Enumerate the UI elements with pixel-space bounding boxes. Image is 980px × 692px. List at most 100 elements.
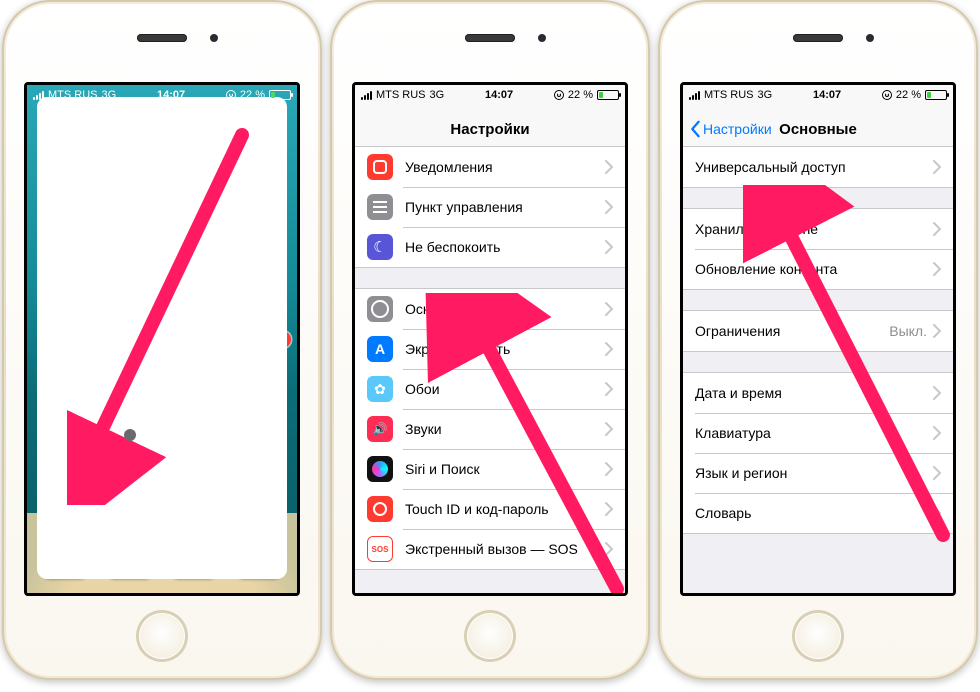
general-row-Словарь[interactable]: Словарь — [683, 493, 953, 533]
row-label: Экстренный вызов — SOS — [405, 541, 605, 557]
battery-icon — [269, 90, 291, 100]
row-label: Язык и регион — [695, 465, 933, 481]
ri-sound-icon — [367, 416, 393, 442]
signal-icon — [33, 91, 44, 100]
settings-row-Обои[interactable]: Обои — [355, 369, 625, 409]
row-label: Ограничения — [695, 323, 889, 339]
network: 3G — [758, 89, 773, 101]
chevron-right-icon — [605, 200, 613, 214]
settings-list[interactable]: Уведомления Пункт управленияНе беспокоить… — [355, 147, 625, 593]
chevron-right-icon — [605, 342, 613, 356]
stage: MTS RUS3G 14:07 22 % 8ПочтаКалендарьФото… — [0, 0, 980, 692]
row-label: Универсальный доступ — [695, 159, 933, 175]
row-label: Дата и время — [695, 385, 933, 401]
general-row-Клавиатура[interactable]: Клавиатура — [683, 413, 953, 453]
front-camera — [866, 34, 874, 42]
chevron-right-icon — [933, 506, 941, 520]
settings-group: Уведомления Пункт управленияНе беспокоить — [355, 147, 625, 268]
ri-notif-icon — [367, 154, 393, 180]
general-group: Хранилище iPhone Обновление контента — [683, 208, 953, 290]
chevron-right-icon — [605, 240, 613, 254]
status-time: 14:07 — [485, 89, 513, 101]
signal-icon — [689, 91, 700, 100]
ri-siri-icon — [367, 456, 393, 482]
row-label: Хранилище iPhone — [695, 221, 933, 237]
row-label: Уведомления — [405, 159, 605, 175]
chevron-right-icon — [933, 262, 941, 276]
screen-general: MTS RUS3G 14:07 22 % Настройки Основные … — [680, 82, 956, 596]
home-button[interactable] — [136, 610, 188, 662]
general-row-Ограничения[interactable]: ОграниченияВыкл. — [683, 311, 953, 351]
settings-row-Touch ID и код-пароль[interactable]: Touch ID и код-пароль — [355, 489, 625, 529]
chevron-right-icon — [605, 542, 613, 556]
general-row-Дата и время[interactable]: Дата и время — [683, 373, 953, 413]
page-title: Настройки — [355, 121, 625, 138]
general-row-Язык и регион[interactable]: Язык и регион — [683, 453, 953, 493]
ri-sos-icon — [367, 536, 393, 562]
rotation-lock-icon — [226, 90, 236, 100]
general-list[interactable]: Универсальный доступ Хранилище iPhone Обно… — [683, 147, 953, 593]
settings-row-Уведомления[interactable]: Уведомления — [355, 147, 625, 187]
chevron-right-icon — [933, 324, 941, 338]
status-bar: MTS RUS3G 14:07 22 % — [683, 85, 953, 105]
home-button[interactable] — [792, 610, 844, 662]
carrier: MTS RUS — [704, 89, 754, 101]
phone-general: MTS RUS3G 14:07 22 % Настройки Основные … — [658, 0, 978, 680]
settings-row-Siri и Поиск[interactable]: Siri и Поиск — [355, 449, 625, 489]
chevron-right-icon — [605, 502, 613, 516]
ri-control-icon — [367, 194, 393, 220]
settings-row-Звуки[interactable]: Звуки — [355, 409, 625, 449]
carrier: MTS RUS — [376, 89, 426, 101]
row-label: Клавиатура — [695, 425, 933, 441]
row-label: Основные — [405, 301, 605, 317]
row-label: Обои — [405, 381, 605, 397]
ri-touchid-icon — [367, 496, 393, 522]
row-label: Обновление контента — [695, 261, 933, 277]
ri-display-icon — [367, 336, 393, 362]
ri-wall-icon — [367, 376, 393, 402]
general-row-Обновление контента[interactable]: Обновление контента — [683, 249, 953, 289]
settings-row-Экран и яркость[interactable]: Экран и яркость — [355, 329, 625, 369]
row-label: Звуки — [405, 421, 605, 437]
chevron-right-icon — [933, 222, 941, 236]
status-time: 14:07 — [157, 89, 185, 101]
general-group: Универсальный доступ — [683, 147, 953, 188]
carrier: MTS RUS — [48, 89, 98, 101]
front-camera — [538, 34, 546, 42]
chevron-right-icon — [605, 462, 613, 476]
settings-row-Экстренный вызов — SOS[interactable]: Экстренный вызов — SOS — [355, 529, 625, 569]
general-row-Хранилище iPhone[interactable]: Хранилище iPhone — [683, 209, 953, 249]
ri-dnd-icon — [367, 234, 393, 260]
chevron-right-icon — [933, 426, 941, 440]
general-row-Универсальный доступ[interactable]: Универсальный доступ — [683, 147, 953, 187]
home-button[interactable] — [464, 610, 516, 662]
chevron-right-icon — [933, 160, 941, 174]
chevron-right-icon — [605, 382, 613, 396]
status-bar: MTS RUS3G 14:07 22 % — [355, 85, 625, 105]
screen-home: MTS RUS3G 14:07 22 % 8ПочтаКалендарьФото… — [24, 82, 300, 596]
chevron-right-icon — [605, 160, 613, 174]
settings-row-Основные[interactable]: Основные — [355, 289, 625, 329]
general-group: Дата и время Клавиатура Язык и регион Слова… — [683, 372, 953, 534]
row-label: Экран и яркость — [405, 341, 605, 357]
phone-home: MTS RUS3G 14:07 22 % 8ПочтаКалендарьФото… — [2, 0, 322, 680]
settings-row-Не беспокоить[interactable]: Не беспокоить — [355, 227, 625, 267]
settings-row-Пункт управления[interactable]: Пункт управления — [355, 187, 625, 227]
chevron-right-icon — [605, 422, 613, 436]
row-label: Siri и Поиск — [405, 461, 605, 477]
row-label: Touch ID и код-пароль — [405, 501, 605, 517]
row-label: Словарь — [695, 505, 933, 521]
front-camera — [210, 34, 218, 42]
battery-text: 22 % — [568, 89, 593, 101]
battery-text: 22 % — [240, 89, 265, 101]
rotation-lock-icon — [554, 90, 564, 100]
speaker-grille — [465, 34, 515, 42]
chevron-right-icon — [933, 386, 941, 400]
speaker-grille — [793, 34, 843, 42]
rotation-lock-icon — [882, 90, 892, 100]
phone-settings: MTS RUS3G 14:07 22 % Настройки Уведомлен… — [330, 0, 650, 680]
chevron-right-icon — [605, 302, 613, 316]
battery-text: 22 % — [896, 89, 921, 101]
dock — [27, 509, 297, 593]
dock-Музыка[interactable] — [233, 527, 285, 579]
